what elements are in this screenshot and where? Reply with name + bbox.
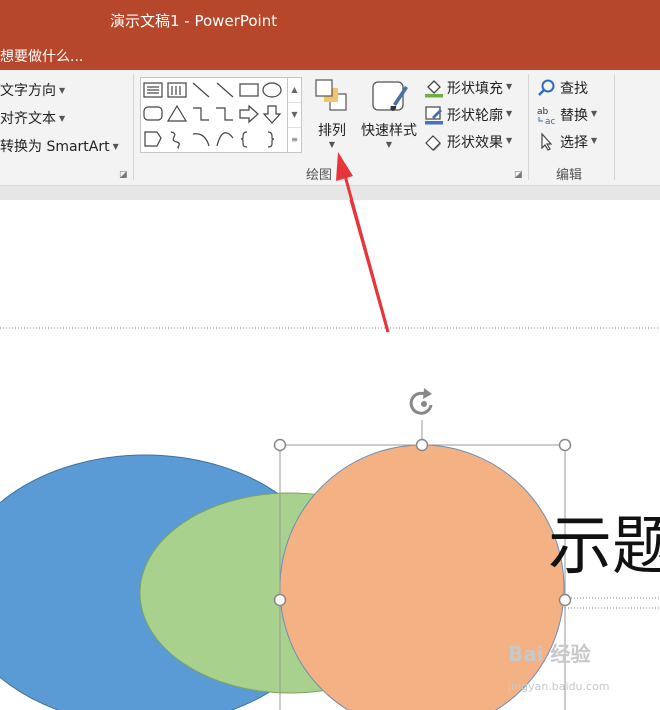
convert-smartart-button[interactable]: 转换为 SmartArt ▼ bbox=[0, 136, 119, 156]
oval-shape-icon[interactable] bbox=[262, 82, 282, 98]
chevron-down-icon: ▼ bbox=[591, 135, 598, 145]
arrange-icon bbox=[315, 79, 347, 111]
resize-handle[interactable] bbox=[273, 593, 287, 607]
gallery-more-icon[interactable]: ≡ bbox=[288, 128, 301, 153]
shapes-gallery-icons bbox=[143, 82, 282, 149]
rotate-handle-icon[interactable] bbox=[409, 388, 433, 415]
tell-me-bar: 想要做什么... bbox=[0, 38, 660, 70]
text-direction-label: 文字方向 bbox=[0, 83, 56, 99]
find-label: 查找 bbox=[560, 81, 588, 97]
ribbon: 文字方向 ▼ 对齐文本 ▼ 转换为 SmartArt ▼ ◪ ▲ ▼ ≡ 排列 … bbox=[0, 70, 660, 186]
convert-smartart-label: 转换为 SmartArt bbox=[0, 139, 110, 155]
vertical-textbox-shape-icon[interactable] bbox=[167, 82, 187, 98]
text-direction-button[interactable]: 文字方向 ▼ bbox=[0, 80, 65, 100]
orange-circle-shape[interactable] bbox=[279, 444, 565, 710]
resize-handle[interactable] bbox=[415, 438, 429, 452]
right-brace-shape-icon[interactable] bbox=[267, 131, 275, 148]
arc-shape-icon[interactable] bbox=[192, 133, 210, 147]
chevron-down-icon: ▼ bbox=[506, 108, 513, 118]
align-text-label: 对齐文本 bbox=[0, 111, 56, 127]
cursor-arrow-icon bbox=[537, 132, 557, 152]
svg-text:ab: ab bbox=[537, 107, 549, 117]
chevron-down-icon: ▼ bbox=[385, 140, 393, 149]
line-shape-icon[interactable] bbox=[192, 82, 210, 98]
watermark-logo: Bai 经验 bbox=[508, 642, 591, 666]
find-button[interactable]: 查找 bbox=[537, 78, 588, 98]
group-divider bbox=[614, 74, 615, 180]
pencil-outline-icon bbox=[424, 105, 444, 125]
replace-button[interactable]: ab ac 替换 ▼ bbox=[537, 105, 598, 127]
resize-handle[interactable] bbox=[558, 438, 572, 452]
slide-canvas-margin bbox=[0, 186, 660, 200]
arrange-button[interactable]: 排列 ▼ bbox=[310, 76, 354, 154]
rectangle-shape-icon[interactable] bbox=[239, 83, 259, 97]
chevron-down-icon: ▼ bbox=[112, 142, 119, 151]
elbow-connector-shape-icon[interactable] bbox=[193, 107, 209, 121]
shape-effects-icon bbox=[424, 132, 444, 152]
shape-outline-button[interactable]: 形状轮廓 ▼ bbox=[424, 105, 512, 125]
title-bar: 演示文稿1 - PowerPoint bbox=[0, 0, 660, 38]
triangle-shape-icon[interactable] bbox=[166, 104, 188, 122]
svg-text:ac: ac bbox=[545, 117, 556, 125]
gallery-scroll-up-icon[interactable]: ▲ bbox=[288, 78, 301, 103]
drawing-dialog-launcher-icon[interactable]: ◪ bbox=[514, 170, 523, 180]
group-divider bbox=[133, 74, 134, 180]
replace-icon: ab ac bbox=[537, 105, 557, 127]
arrange-label: 排列 bbox=[318, 123, 346, 139]
right-arrow-shape-icon[interactable] bbox=[239, 104, 259, 124]
shape-outline-label: 形状轮廓 bbox=[447, 108, 503, 124]
quick-styles-label: 快速样式 bbox=[361, 123, 417, 139]
chevron-down-icon: ▼ bbox=[59, 114, 66, 123]
group-divider bbox=[528, 74, 529, 180]
replace-label: 替换 bbox=[560, 108, 588, 124]
annotation-arrow bbox=[349, 200, 390, 333]
select-label: 选择 bbox=[560, 135, 588, 151]
resize-handle[interactable] bbox=[273, 438, 287, 452]
gallery-scroll-down-icon[interactable]: ▼ bbox=[288, 103, 301, 128]
chevron-down-icon: ▼ bbox=[506, 81, 513, 91]
editing-group-label: 编辑 bbox=[556, 168, 583, 183]
select-button[interactable]: 选择 ▼ bbox=[537, 132, 597, 152]
shape-fill-label: 形状填充 bbox=[447, 81, 503, 97]
quick-styles-button[interactable]: 快速样式 ▼ bbox=[356, 76, 422, 154]
align-text-button[interactable]: 对齐文本 ▼ bbox=[0, 108, 65, 128]
shapes-gallery-scroller[interactable]: ▲ ▼ ≡ bbox=[288, 77, 302, 153]
resize-handle[interactable] bbox=[558, 593, 572, 607]
chevron-down-icon: ▼ bbox=[506, 135, 513, 145]
shape-effects-button[interactable]: 形状效果 ▼ bbox=[424, 132, 512, 152]
paragraph-dialog-launcher-icon[interactable]: ◪ bbox=[119, 170, 128, 180]
shape-fill-button[interactable]: 形状填充 ▼ bbox=[424, 78, 512, 98]
watermark-url: jingyan.baidu.com bbox=[508, 680, 610, 693]
scribble-shape-icon[interactable] bbox=[170, 131, 180, 149]
slide-shapes bbox=[0, 200, 660, 710]
arrow-line-shape-icon[interactable] bbox=[216, 82, 234, 98]
curve-shape-icon[interactable] bbox=[216, 132, 234, 147]
paint-bucket-icon bbox=[424, 78, 444, 98]
slide-title-text[interactable]: 示题 bbox=[548, 495, 660, 587]
down-arrow-shape-icon[interactable] bbox=[262, 105, 282, 124]
chevron-down-icon: ▼ bbox=[328, 140, 336, 149]
chevron-down-icon: ▼ bbox=[591, 108, 598, 118]
rounded-rectangle-shape-icon[interactable] bbox=[143, 106, 163, 121]
shapes-gallery[interactable] bbox=[140, 77, 288, 153]
shape-effects-label: 形状效果 bbox=[447, 135, 503, 151]
left-brace-shape-icon[interactable] bbox=[240, 131, 248, 148]
slide-canvas[interactable]: 示题 Bai 经验 jingyan.baidu.com bbox=[0, 200, 660, 710]
elbow-arrow-connector-shape-icon[interactable] bbox=[216, 107, 233, 121]
window-title: 演示文稿1 - PowerPoint bbox=[110, 12, 278, 30]
quick-styles-icon bbox=[372, 81, 408, 111]
chevron-down-icon: ▼ bbox=[59, 86, 66, 95]
tell-me-box[interactable]: 想要做什么... bbox=[0, 46, 83, 66]
search-icon bbox=[537, 78, 557, 98]
freeform-shape-icon[interactable] bbox=[144, 131, 162, 147]
drawing-group-label: 绘图 bbox=[306, 168, 333, 183]
